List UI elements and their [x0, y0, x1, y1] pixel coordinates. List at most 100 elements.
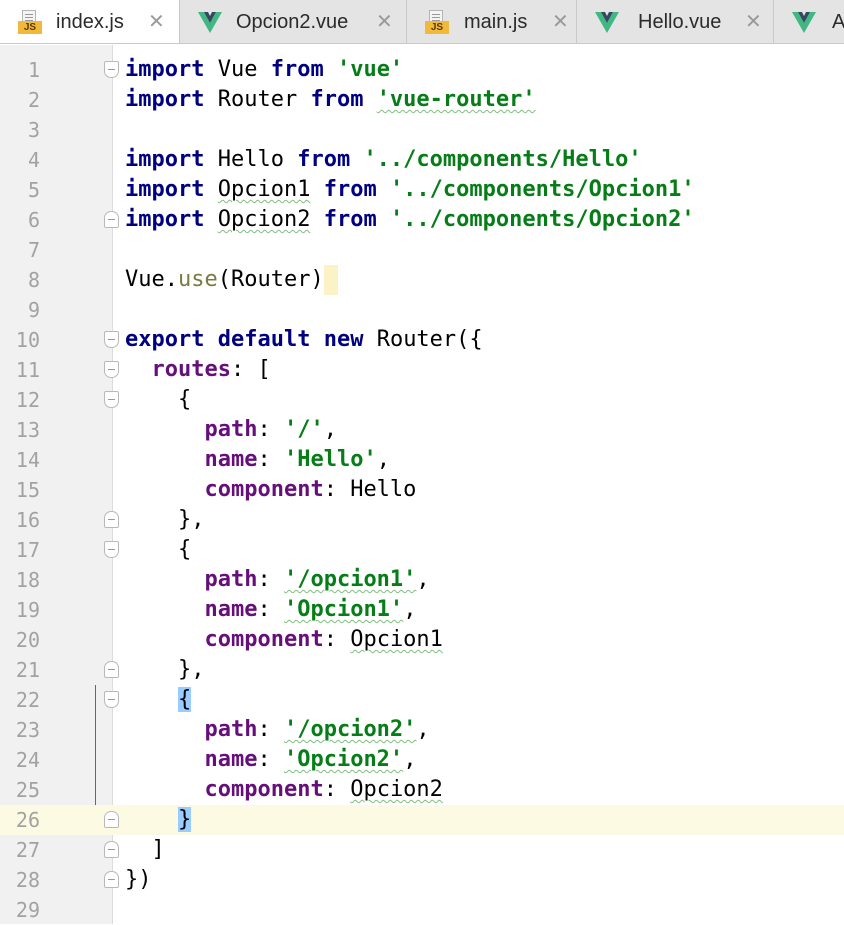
- tab-index-js[interactable]: JS index.js ✕: [0, 0, 180, 43]
- gutter-cell: 9: [0, 295, 113, 325]
- code-line[interactable]: 22 {: [0, 685, 844, 715]
- code-token: routes: [151, 357, 231, 382]
- line-number: 22: [15, 688, 40, 712]
- code-line[interactable]: 24 name: 'Opcion2',: [0, 745, 844, 775]
- code-line[interactable]: 2 import Router from 'vue-router': [0, 85, 844, 115]
- fold-end-icon[interactable]: [104, 871, 119, 888]
- code-text: component: Hello: [125, 475, 416, 505]
- gutter-cell: 18: [0, 565, 113, 595]
- tab-label: A: [832, 10, 844, 34]
- code-line[interactable]: 10 export default new Router({: [0, 325, 844, 355]
- tab-main-js[interactable]: JS main.js ✕: [407, 0, 577, 43]
- code-line[interactable]: 26 }: [0, 805, 844, 835]
- code-token: from: [323, 207, 377, 232]
- code-line[interactable]: 16 },: [0, 505, 844, 535]
- line-number: 29: [15, 898, 40, 922]
- code-text: name: 'Hello',: [125, 445, 389, 475]
- fold-expanded-icon[interactable]: [104, 691, 119, 708]
- code-line[interactable]: 3: [0, 115, 844, 145]
- gutter-cell: 19: [0, 595, 113, 625]
- code-line[interactable]: 20 component: Opcion1: [0, 625, 844, 655]
- js-badge: JS: [425, 21, 449, 34]
- close-tab-icon[interactable]: ✕: [745, 10, 762, 34]
- code-token: Vue.: [125, 267, 178, 292]
- code-token: export: [125, 327, 205, 352]
- line-number: 16: [15, 508, 40, 532]
- code-token: Hello: [204, 147, 298, 172]
- tab-a[interactable]: A: [774, 0, 844, 43]
- code-line[interactable]: 19 name: 'Opcion1',: [0, 595, 844, 625]
- gutter-cell: 2: [0, 85, 113, 115]
- fold-expanded-icon[interactable]: [104, 331, 119, 348]
- code-line[interactable]: 13 path: '/',: [0, 415, 844, 445]
- fold-expanded-icon[interactable]: [104, 61, 119, 78]
- code-text: import Vue from 'vue': [125, 55, 403, 85]
- code-line[interactable]: 12 {: [0, 385, 844, 415]
- code-text: name: 'Opcion1',: [125, 595, 416, 625]
- gutter-cell: 20: [0, 625, 113, 655]
- code-text: path: '/',: [125, 415, 336, 445]
- code-token: Router: [204, 87, 311, 112]
- fold-end-icon[interactable]: [104, 841, 119, 858]
- line-number: 15: [15, 478, 40, 502]
- code-line[interactable]: 4 import Hello from '../components/Hello': [0, 145, 844, 175]
- line-number: 20: [15, 628, 40, 652]
- close-tab-icon[interactable]: ✕: [376, 10, 393, 34]
- fold-end-icon[interactable]: [104, 661, 119, 678]
- close-tab-icon[interactable]: ✕: [148, 10, 165, 34]
- code-text: },: [125, 655, 205, 685]
- fold-expanded-icon[interactable]: [104, 391, 119, 408]
- code-text: name: 'Opcion2',: [125, 745, 416, 775]
- code-line[interactable]: 15 component: Hello: [0, 475, 844, 505]
- code-line[interactable]: 21 },: [0, 655, 844, 685]
- code-token: {: [125, 537, 192, 562]
- code-line[interactable]: 5 import Opcion1 from '../components/Opci…: [0, 175, 844, 205]
- code-text: routes: [: [125, 355, 271, 385]
- tab-hello-vue[interactable]: Hello.vue ✕: [577, 0, 774, 43]
- fold-end-icon[interactable]: [104, 211, 119, 228]
- code-line[interactable]: 29: [0, 895, 844, 925]
- close-tab-icon[interactable]: ✕: [552, 10, 569, 34]
- line-number: 6: [27, 208, 40, 232]
- code-token: {: [125, 387, 192, 412]
- code-token: default: [217, 327, 311, 352]
- code-line[interactable]: 27 ]: [0, 835, 844, 865]
- code-line[interactable]: 14 name: 'Hello',: [0, 445, 844, 475]
- code-token: : [: [230, 357, 271, 382]
- code-line[interactable]: 17 {: [0, 535, 844, 565]
- fold-end-icon[interactable]: [104, 511, 119, 528]
- code-line[interactable]: 18 path: '/opcion1',: [0, 565, 844, 595]
- code-token: '/opcion1': [283, 567, 417, 592]
- line-number: 8: [27, 268, 40, 292]
- code-line[interactable]: 1 import Vue from 'vue': [0, 55, 844, 85]
- code-line[interactable]: 8 Vue.use(Router): [0, 265, 844, 295]
- fold-expanded-icon[interactable]: [104, 361, 119, 378]
- code-line[interactable]: 25 component: Opcion2: [0, 775, 844, 805]
- code-line[interactable]: 11 routes: [: [0, 355, 844, 385]
- code-line[interactable]: 7: [0, 235, 844, 265]
- code-line[interactable]: 23 path: '/opcion2',: [0, 715, 844, 745]
- code-text: {: [125, 685, 192, 715]
- code-token: Opcion1: [217, 177, 311, 202]
- code-token: Vue: [204, 57, 271, 82]
- line-number: 4: [27, 148, 40, 172]
- tab-opcion2-vue[interactable]: Opcion2.vue ✕: [180, 0, 407, 43]
- gutter-cell: 10: [0, 325, 119, 355]
- code-token: '/': [283, 417, 324, 442]
- code-line[interactable]: 9: [0, 295, 844, 325]
- fold-expanded-icon[interactable]: [104, 541, 119, 558]
- code-line[interactable]: 28}): [0, 865, 844, 895]
- line-number: 7: [27, 238, 40, 262]
- code-line[interactable]: 6 import Opcion2 from '../components/Opci…: [0, 205, 844, 235]
- fold-end-icon[interactable]: [104, 811, 119, 828]
